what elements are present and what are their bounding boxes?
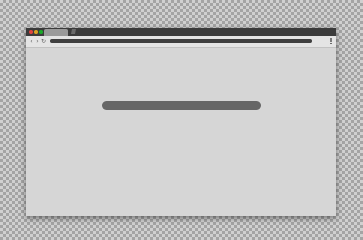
reload-icon[interactable]: ↻ [41,38,46,45]
browser-window: ‹ › ↻ [26,28,336,216]
new-tab-button[interactable] [71,29,76,34]
page-content [26,48,336,216]
back-arrow-icon[interactable]: ‹ [29,38,34,45]
menu-icon[interactable] [329,38,332,45]
minimize-dot[interactable] [34,30,38,34]
browser-tab[interactable] [44,29,68,36]
title-bar [26,28,336,36]
placeholder-bar [102,101,261,110]
browser-toolbar: ‹ › ↻ [26,36,336,48]
forward-arrow-icon[interactable]: › [35,38,40,45]
maximize-dot[interactable] [39,30,43,34]
address-bar[interactable] [50,39,312,43]
close-dot[interactable] [29,30,33,34]
